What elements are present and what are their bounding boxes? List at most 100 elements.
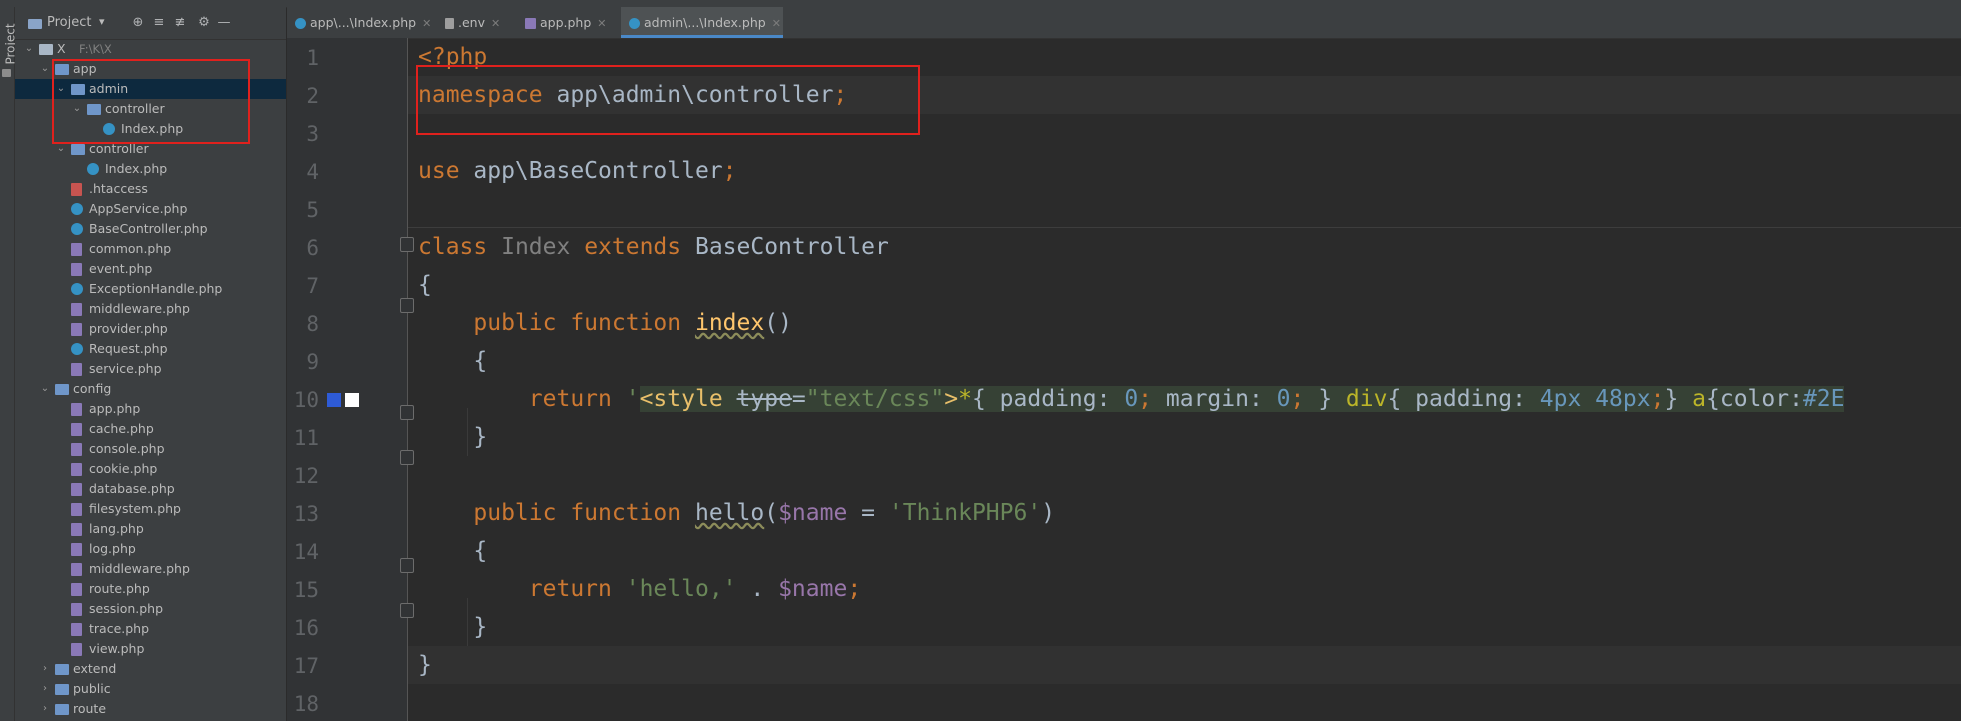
color-swatch-icon[interactable]	[327, 393, 341, 407]
chevron-right-icon[interactable]: ›	[39, 679, 51, 699]
tree-item[interactable]: ⌄ controller	[15, 139, 286, 159]
tree-item[interactable]: lang.php	[15, 519, 286, 539]
namespace-keyword: namespace	[418, 82, 543, 108]
tab-app-php[interactable]: app.php ✕	[517, 7, 619, 38]
close-icon[interactable]: ✕	[422, 17, 431, 30]
css-text: { padding:	[1387, 386, 1540, 412]
line-number: 18	[293, 692, 319, 716]
tree-item[interactable]: ⌄ X F:\K\X	[15, 39, 286, 59]
css-text: }	[1304, 386, 1346, 412]
tree-item[interactable]: event.php	[15, 259, 286, 279]
tree-item[interactable]: ExceptionHandle.php	[15, 279, 286, 299]
tree-item[interactable]: › extend	[15, 659, 286, 679]
tree-item-label: event.php	[89, 261, 153, 276]
css-text: { padding:	[971, 386, 1125, 412]
tool-window-stripe[interactable]: Project	[0, 7, 18, 721]
chevron-down-icon[interactable]: ▾	[99, 15, 105, 28]
chevron-down-icon[interactable]: ⌄	[39, 59, 51, 79]
use-keyword: use	[418, 158, 460, 184]
tree-item[interactable]: log.php	[15, 539, 286, 559]
tree-item[interactable]: middleware.php	[15, 299, 286, 319]
hide-icon[interactable]: —	[215, 14, 233, 32]
project-panel-title[interactable]: Project	[47, 15, 91, 30]
chevron-down-icon[interactable]: ⌄	[71, 99, 83, 119]
gear-icon[interactable]: ⚙	[195, 14, 213, 32]
tree-item-label: .htaccess	[89, 181, 148, 196]
tree-item[interactable]: Index.php	[15, 119, 286, 139]
code-editor[interactable]: <?php namespace app\admin\controller; us…	[408, 38, 1961, 721]
line-number: 13	[293, 502, 319, 526]
tree-item[interactable]: session.php	[15, 599, 286, 619]
parens: ()	[764, 310, 792, 336]
close-icon[interactable]: ✕	[772, 17, 781, 30]
folder-icon	[71, 84, 85, 95]
tab-app-index[interactable]: app\...\Index.php ✕	[287, 7, 435, 38]
semicolon: ;	[722, 158, 737, 184]
css-text: {color:	[1706, 386, 1803, 412]
tab-admin-index[interactable]: admin\...\Index.php ✕	[621, 7, 783, 38]
chevron-right-icon[interactable]: ›	[39, 699, 51, 719]
tree-item[interactable]: ⌄ config	[15, 379, 286, 399]
color-swatch-icon[interactable]	[345, 393, 359, 407]
locate-icon[interactable]: ⊕	[129, 14, 147, 32]
tree-item[interactable]: app.php	[15, 399, 286, 419]
tree-item-label: app	[73, 61, 97, 76]
tree-item[interactable]: ⌄ admin	[15, 79, 286, 99]
chevron-down-icon[interactable]: ⌄	[55, 139, 67, 159]
tree-item[interactable]: trace.php	[15, 619, 286, 639]
folder-icon	[55, 384, 69, 395]
semicolon: ;	[1290, 386, 1305, 412]
php-file-icon	[71, 263, 82, 276]
chevron-right-icon[interactable]: ›	[39, 659, 51, 679]
function-name: index	[694, 310, 765, 336]
tree-item[interactable]: filesystem.php	[15, 499, 286, 519]
chevron-down-icon[interactable]: ⌄	[23, 39, 35, 59]
extends-keyword: extends	[570, 234, 682, 260]
chevron-down-icon[interactable]: ⌄	[39, 379, 51, 399]
tree-item[interactable]: provider.php	[15, 319, 286, 339]
tree-item[interactable]: service.php	[15, 359, 286, 379]
tree-item[interactable]: ⌄ controller	[15, 99, 286, 119]
chevron-down-icon[interactable]: ⌄	[55, 79, 67, 99]
close-icon[interactable]: ✕	[597, 17, 606, 30]
tree-item[interactable]: ⌄ app	[15, 59, 286, 79]
tree-item[interactable]: cache.php	[15, 419, 286, 439]
tree-item[interactable]: Index.php	[15, 159, 286, 179]
tab-label: app\...\Index.php	[310, 15, 417, 30]
tree-item-label: session.php	[89, 601, 164, 616]
modifier-keyword: public function	[473, 500, 682, 526]
editor-gutter[interactable]: 1 2 3 4 5 6 7 8 9 10 11 12 13 14 15 16 17 18	[287, 38, 414, 721]
php-file-icon	[71, 503, 82, 516]
tree-item-label: trace.php	[89, 621, 150, 636]
tab-env[interactable]: .env ✕	[437, 7, 515, 38]
tree-item[interactable]: database.php	[15, 479, 286, 499]
tree-item[interactable]: .htaccess	[15, 179, 286, 199]
tree-item[interactable]: route.php	[15, 579, 286, 599]
line-number: 3	[306, 122, 319, 146]
tree-item-label: middleware.php	[89, 301, 190, 316]
tab-label: app.php	[540, 15, 592, 30]
code-line-16: }	[408, 608, 1961, 646]
paren: )	[1041, 500, 1056, 526]
line-number: 2	[306, 84, 319, 108]
expand-all-icon[interactable]: ≡	[150, 14, 168, 32]
semicolon: ;	[1650, 386, 1665, 412]
tree-item[interactable]: › route	[15, 699, 286, 719]
tree-item[interactable]: cookie.php	[15, 459, 286, 479]
close-icon[interactable]: ✕	[491, 17, 500, 30]
tree-item[interactable]: console.php	[15, 439, 286, 459]
php-class-icon	[103, 123, 115, 135]
tree-item-label: admin	[89, 81, 129, 96]
tree-item[interactable]: Request.php	[15, 339, 286, 359]
tree-item[interactable]: view.php	[15, 639, 286, 659]
use-name: app\BaseController	[459, 158, 723, 184]
tree-item[interactable]: AppService.php	[15, 199, 286, 219]
tree-item[interactable]: middleware.php	[15, 559, 286, 579]
tree-item[interactable]: BaseController.php	[15, 219, 286, 239]
line-number: 16	[293, 616, 319, 640]
tree-item[interactable]: › public	[15, 679, 286, 699]
tree-item[interactable]: common.php	[15, 239, 286, 259]
collapse-all-icon[interactable]: ≢	[171, 14, 189, 32]
